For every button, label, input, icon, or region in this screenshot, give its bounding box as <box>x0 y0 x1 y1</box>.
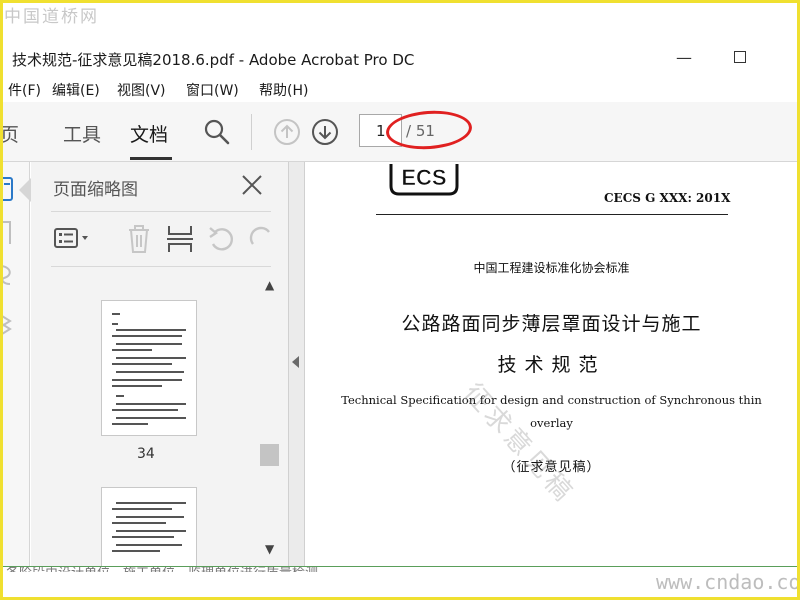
thumb-text-line <box>116 357 186 359</box>
maximize-button[interactable] <box>720 46 760 70</box>
panel-divider <box>51 266 271 267</box>
site-url-watermark: www.cndao.com <box>656 570 800 594</box>
bookmark-icon[interactable] <box>0 220 16 246</box>
page-down-icon[interactable] <box>311 118 339 146</box>
page-thumbnail[interactable] <box>101 300 197 436</box>
thumb-text-line <box>116 371 184 373</box>
thumb-text-line <box>116 403 186 405</box>
delete-icon[interactable] <box>125 222 153 256</box>
redo-icon[interactable] <box>249 222 271 256</box>
navigation-rail <box>0 162 30 566</box>
document-sub-title: 技术规范 <box>497 354 606 376</box>
organization-title: 中国工程建设标准化协会标准 <box>473 261 630 275</box>
thumb-text-line <box>112 550 160 552</box>
tab-document[interactable]: 文档 <box>130 120 168 147</box>
options-menu-icon[interactable] <box>53 222 93 256</box>
undo-icon[interactable] <box>207 222 237 256</box>
menu-view[interactable]: 视图(V) <box>117 80 166 100</box>
page-thumbnail[interactable] <box>101 487 197 567</box>
panel-pointer <box>19 178 31 202</box>
thumb-text-line <box>112 522 166 524</box>
thumb-text-line <box>116 343 182 345</box>
thumb-text-line <box>112 363 172 365</box>
panel-divider <box>51 211 271 212</box>
thumb-text-line <box>112 423 148 425</box>
document-view[interactable]: ECS CECS G XXX: 201X 中国工程建设标准化协会标准 公路路面同… <box>306 162 797 566</box>
page-thumbnails-panel: 页面缩略图 34 ▲ ▼ <box>19 162 289 567</box>
thumb-text-line <box>116 417 186 419</box>
english-title-line: Technical Specification for design and c… <box>341 393 762 407</box>
svg-text:ECS: ECS <box>401 165 446 190</box>
thumb-text-line <box>112 536 174 538</box>
pages-icon[interactable] <box>0 176 16 202</box>
clipped-caption-text: 各阶段由设计单位、施工单位、监理单位进行质量检测 <box>6 567 318 572</box>
scroll-down-arrow[interactable]: ▼ <box>265 542 274 556</box>
thumb-text-line <box>116 395 124 397</box>
close-icon[interactable] <box>239 172 265 198</box>
page-up-icon[interactable] <box>273 118 301 146</box>
menu-window[interactable]: 窗口(W) <box>186 80 239 100</box>
thumb-text-line <box>112 335 182 337</box>
english-title-line: overlay <box>530 416 573 430</box>
thumb-text-line <box>112 508 172 510</box>
document-main-title: 公路路面同步薄层罩面设计与施工 <box>401 313 702 335</box>
scroll-up-arrow[interactable]: ▲ <box>265 278 274 292</box>
header-rule <box>376 214 728 215</box>
thumb-text-line <box>116 544 182 546</box>
thumbnail-page-label: 34 <box>137 446 155 462</box>
collapse-panel-icon[interactable] <box>292 356 299 368</box>
menu-bar: 件(F) 编辑(E) 视图(V) 窗口(W) 帮助(H) <box>0 76 800 102</box>
bottom-strip: 各阶段由设计单位、施工单位、监理单位进行质量检测 www.cndao.com <box>0 566 800 600</box>
active-tab-indicator <box>130 157 172 160</box>
site-watermark: 中国道桥网 <box>4 7 99 27</box>
thumb-text-line <box>112 349 152 351</box>
thumb-text-line <box>112 379 182 381</box>
thumb-text-line <box>112 409 178 411</box>
english-title: Technical Specification for design and c… <box>306 389 797 435</box>
thumb-text-line <box>112 323 118 325</box>
thumb-text-line <box>116 530 186 532</box>
thumb-text-line <box>116 516 184 518</box>
toolbar-separator <box>251 114 252 150</box>
crop-icon[interactable] <box>165 222 195 256</box>
search-icon[interactable] <box>203 118 231 146</box>
standard-code: CECS G XXX: 201X <box>604 191 731 205</box>
tab-tools[interactable]: 工具 <box>63 120 101 147</box>
ecs-logo: ECS <box>389 164 459 196</box>
thumb-text-line <box>112 313 120 315</box>
tab-home[interactable]: 主页 <box>0 120 19 147</box>
thumb-text-line <box>116 502 186 504</box>
title-bar: 技术规范-征求意见稿2018.6.pdf - Adobe Acrobat Pro… <box>0 40 800 76</box>
scrollbar-thumb[interactable] <box>260 444 279 466</box>
window-title: 技术规范-征求意见稿2018.6.pdf - Adobe Acrobat Pro… <box>12 51 415 69</box>
panel-title: 页面缩略图 <box>53 180 138 200</box>
menu-edit[interactable]: 编辑(E) <box>52 80 100 100</box>
layers-icon[interactable] <box>0 312 16 338</box>
menu-help[interactable]: 帮助(H) <box>259 80 308 100</box>
attachment-icon[interactable] <box>0 262 16 288</box>
thumb-text-line <box>116 329 186 331</box>
menu-file[interactable]: 件(F) <box>8 80 41 100</box>
minimize-button[interactable]: — <box>664 46 704 70</box>
maximize-icon <box>734 51 746 63</box>
thumb-text-line <box>112 385 162 387</box>
